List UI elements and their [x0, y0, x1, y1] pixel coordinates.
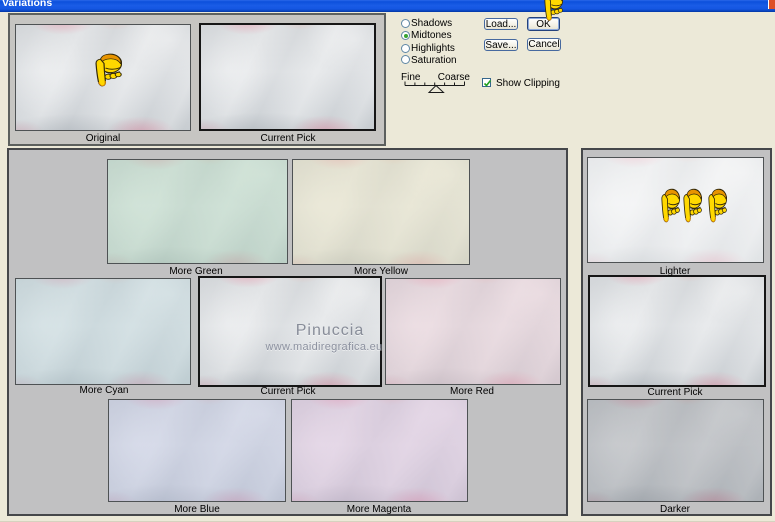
svg-text:Fine: Fine — [401, 72, 421, 83]
svg-text:Coarse: Coarse — [438, 72, 471, 83]
